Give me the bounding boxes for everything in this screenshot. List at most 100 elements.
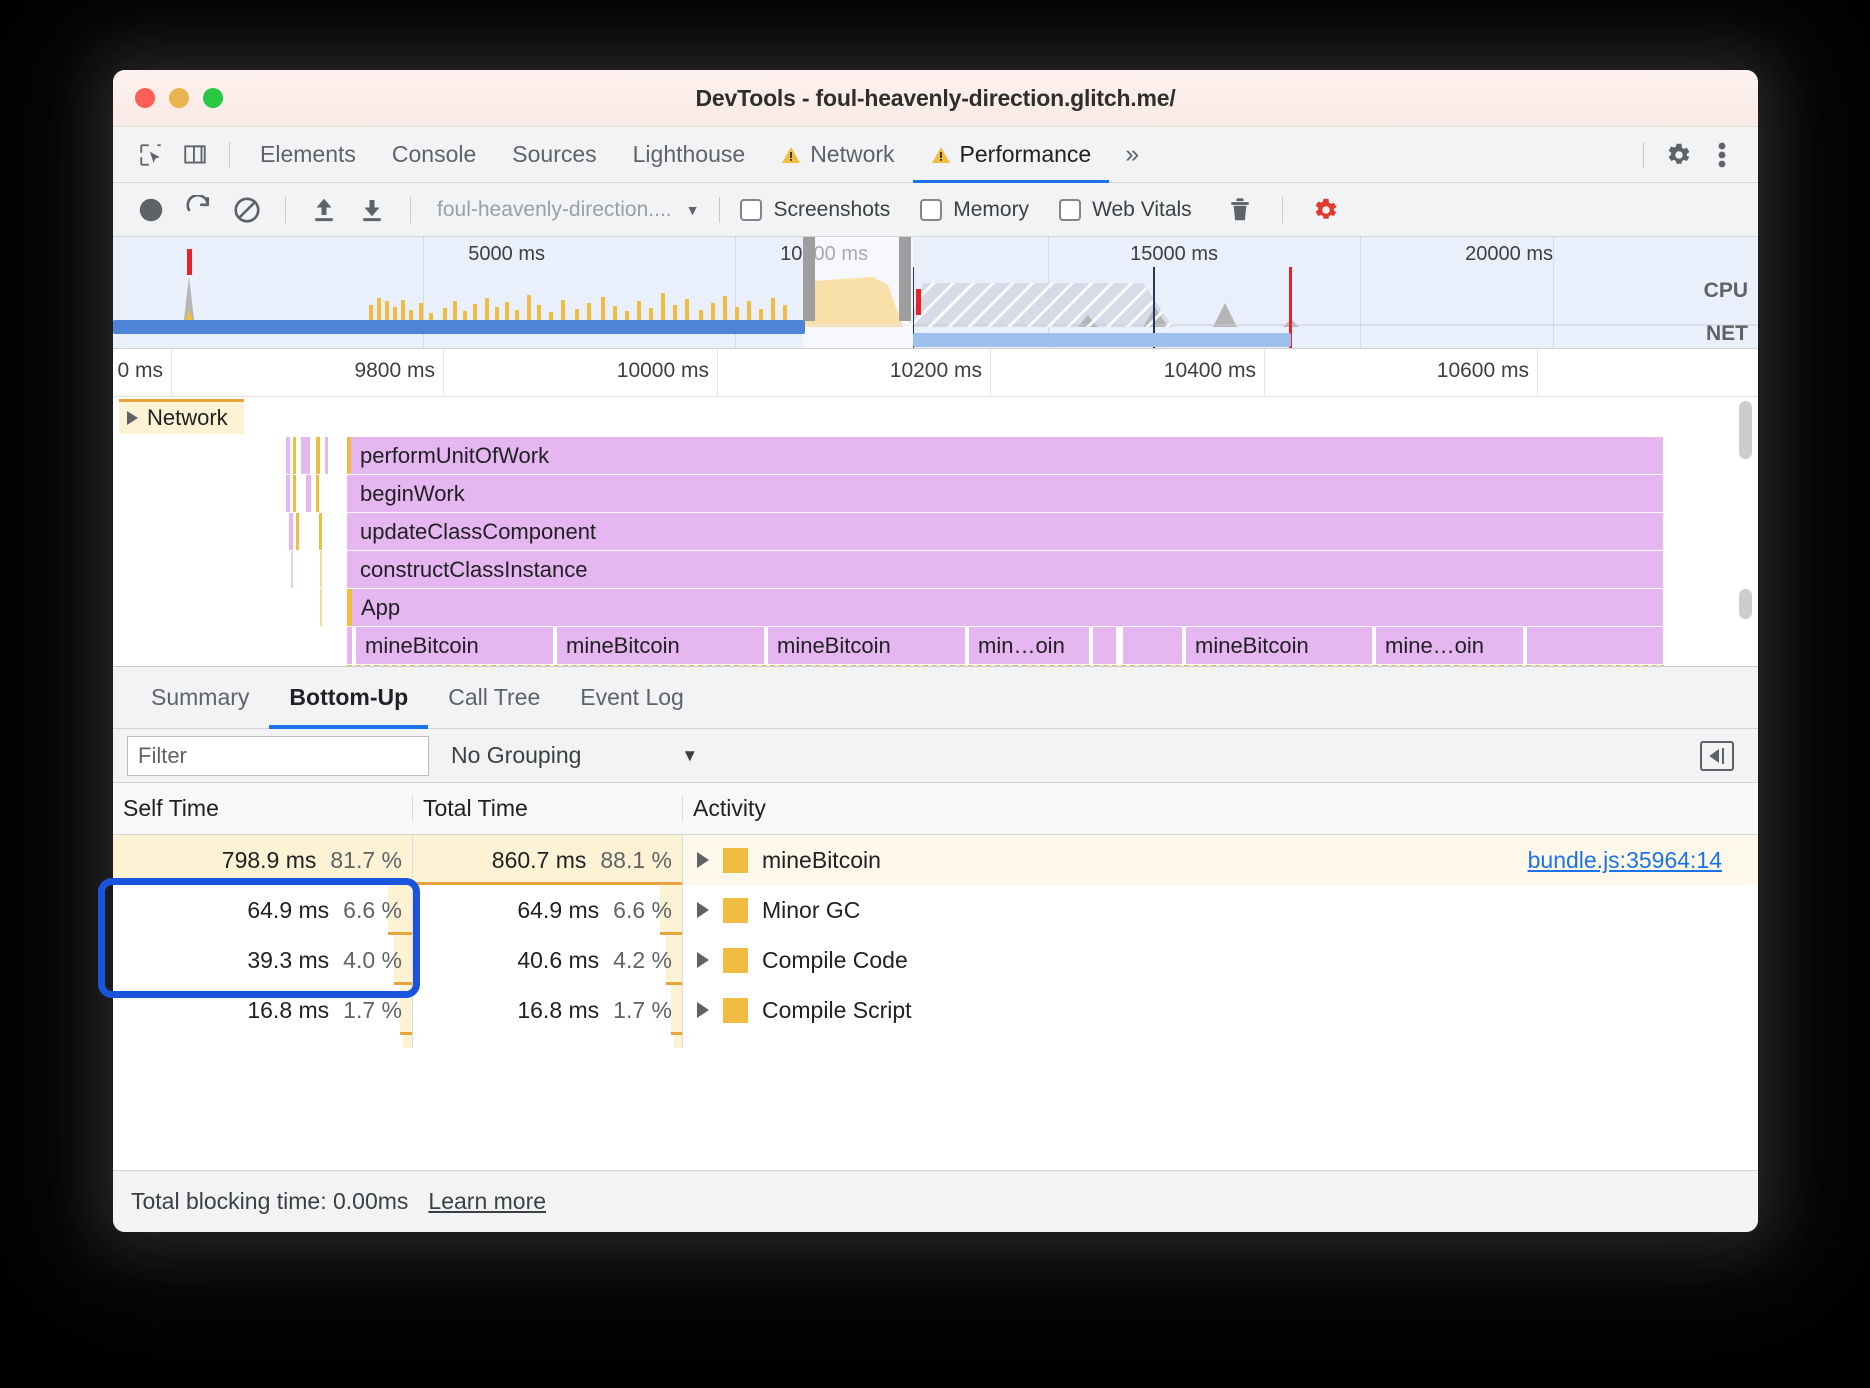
flame-bar[interactable]: App	[347, 589, 1664, 626]
show-sidebar-button[interactable]	[1700, 740, 1734, 771]
save-profile-button[interactable]	[350, 190, 394, 230]
overview-selection-handle-right[interactable]	[899, 237, 911, 321]
screenshots-checkbox[interactable]: Screenshots	[740, 198, 890, 222]
flame-scrollbar-thumb[interactable]	[1739, 401, 1752, 459]
tab-lighthouse[interactable]: Lighthouse	[615, 127, 764, 183]
flame-chart-panel[interactable]: 0 ms 9800 ms 10000 ms 10200 ms 10400 ms …	[113, 349, 1758, 667]
tab-label: Elements	[260, 141, 356, 167]
flame-bar[interactable]	[1093, 627, 1117, 664]
flame-bar[interactable]	[301, 437, 310, 474]
capture-settings-gear-icon[interactable]	[1303, 190, 1347, 230]
flame-bar[interactable]	[286, 437, 290, 474]
flame-bar[interactable]: mineBitcoin	[1186, 627, 1373, 664]
tab-performance[interactable]: Performance	[913, 127, 1110, 183]
flame-bar[interactable]	[1527, 627, 1664, 664]
memory-checkbox[interactable]: Memory	[920, 198, 1029, 222]
table-row[interactable]: 798.9 ms 81.7 % 860.7 ms 88.1 % mineBitc…	[113, 835, 1758, 885]
tab-summary[interactable]: Summary	[131, 667, 269, 729]
expand-triangle-icon[interactable]	[697, 952, 709, 968]
cell-activity[interactable]: Minor GC	[683, 885, 1758, 935]
expand-triangle-icon[interactable]	[697, 1002, 709, 1018]
expand-triangle-icon[interactable]	[697, 852, 709, 868]
more-tabs-button[interactable]: »	[1109, 140, 1155, 169]
flame-bar[interactable]: performUnitOfWork	[347, 437, 1664, 474]
table-row[interactable]: 39.3 ms 4.0 % 40.6 ms 4.2 % Compile Code	[113, 935, 1758, 985]
flame-bar[interactable]	[286, 475, 290, 512]
flame-bar[interactable]	[1123, 627, 1183, 664]
total-time-value: 17.5 ms	[517, 1047, 599, 1049]
flame-row[interactable]: constructClassInstance	[113, 551, 1758, 589]
cell-self-time: 8.0 ms 0.8 %	[113, 1035, 413, 1048]
kebab-menu-icon[interactable]	[1700, 135, 1744, 175]
bottom-up-table-body[interactable]: 798.9 ms 81.7 % 860.7 ms 88.1 % mineBitc…	[113, 835, 1758, 1048]
flame-bar[interactable]	[291, 551, 293, 588]
recording-selector[interactable]: foul-heavenly-direction.... ▼	[437, 198, 699, 222]
tab-console[interactable]: Console	[374, 127, 494, 183]
expand-triangle-icon[interactable]	[697, 902, 709, 918]
cell-activity[interactable]: mineBitcoin bundle.js:35964:14	[683, 835, 1758, 885]
flame-bar[interactable]	[319, 513, 322, 550]
cell-activity[interactable]: (anonymous) bundle.js:19491:19	[683, 1035, 1758, 1048]
reload-and-record-button[interactable]	[177, 190, 221, 230]
flame-bar[interactable]	[306, 475, 311, 512]
gear-icon[interactable]	[1656, 135, 1700, 175]
flame-row-minebitcoin[interactable]: mineBitcoin mineBitcoin mineBitcoin min……	[113, 627, 1758, 665]
inspect-element-icon[interactable]	[129, 135, 173, 175]
flame-bar[interactable]	[316, 475, 319, 512]
flame-bar[interactable]: mineBitcoin	[557, 627, 765, 664]
source-link[interactable]: bundle.js:19491:19	[1528, 1047, 1722, 1049]
overview-cpu-label: CPU	[1703, 279, 1748, 302]
table-row[interactable]: 64.9 ms 6.6 % 64.9 ms 6.6 % Minor GC	[113, 885, 1758, 935]
flame-bar[interactable]: constructClassInstance	[347, 551, 1664, 588]
cell-activity[interactable]: Compile Script	[683, 985, 1758, 1035]
overview-selection-handle-left[interactable]	[803, 237, 815, 321]
device-toolbar-icon[interactable]	[173, 135, 217, 175]
grouping-dropdown[interactable]: No Grouping ▼	[451, 742, 698, 769]
flame-bar[interactable]	[320, 551, 322, 588]
flame-row[interactable]: updateClassComponent	[113, 513, 1758, 551]
flame-row[interactable]: beginWork	[113, 475, 1758, 513]
flame-row[interactable]: App	[113, 589, 1758, 627]
flame-bar[interactable]	[347, 627, 352, 664]
flame-bar[interactable]	[316, 437, 320, 474]
cell-activity[interactable]: Compile Code	[683, 935, 1758, 985]
flame-bar[interactable]: min…oin	[969, 627, 1090, 664]
clear-button[interactable]	[225, 190, 269, 230]
tab-sources[interactable]: Sources	[494, 127, 614, 183]
source-link[interactable]: bundle.js:35964:14	[1528, 847, 1722, 874]
flame-scrollbar-thumb[interactable]	[1739, 589, 1752, 619]
overview-selection-window[interactable]	[803, 237, 913, 348]
timeline-overview[interactable]: 5000 ms 10000 ms 15000 ms 20000 ms	[113, 237, 1758, 349]
tab-elements[interactable]: Elements	[242, 127, 374, 183]
table-row[interactable]: 16.8 ms 1.7 % 16.8 ms 1.7 % Compile Scri…	[113, 985, 1758, 1035]
flame-bar[interactable]: updateClassComponent	[347, 513, 1664, 550]
flame-bar[interactable]: mine…oin	[1376, 627, 1524, 664]
record-button[interactable]	[129, 190, 173, 230]
web-vitals-checkbox[interactable]: Web Vitals	[1059, 198, 1192, 222]
flame-bar[interactable]	[293, 437, 296, 474]
flame-bar[interactable]: mineBitcoin	[768, 627, 966, 664]
filter-input[interactable]	[127, 735, 429, 776]
learn-more-link[interactable]: Learn more	[428, 1188, 546, 1215]
table-row[interactable]: 8.0 ms 0.8 % 17.5 ms 1.8 % (anonymous) b…	[113, 1035, 1758, 1048]
flame-bar[interactable]: beginWork	[347, 475, 1664, 512]
tab-network[interactable]: Network	[763, 127, 912, 183]
flame-bar[interactable]	[325, 437, 328, 474]
network-track-header[interactable]: Network	[119, 399, 244, 434]
network-track-row[interactable]: Network	[113, 397, 1758, 437]
flame-bar[interactable]	[293, 475, 296, 512]
flame-bar[interactable]	[296, 513, 299, 550]
load-profile-button[interactable]	[302, 190, 346, 230]
tab-call-tree[interactable]: Call Tree	[428, 667, 560, 729]
flame-bar[interactable]	[289, 513, 293, 550]
trash-icon[interactable]	[1218, 190, 1262, 230]
flame-row[interactable]: performUnitOfWork	[113, 437, 1758, 475]
flame-bar[interactable]	[320, 589, 322, 626]
tab-event-log[interactable]: Event Log	[560, 667, 704, 729]
flame-row-js-stripes[interactable]	[113, 665, 1758, 666]
column-header-total-time[interactable]: Total Time	[413, 795, 683, 822]
tab-bottom-up[interactable]: Bottom-Up	[269, 667, 428, 729]
column-header-activity[interactable]: Activity	[683, 795, 1758, 822]
column-header-self-time[interactable]: Self Time	[113, 795, 413, 822]
flame-bar[interactable]: mineBitcoin	[356, 627, 554, 664]
